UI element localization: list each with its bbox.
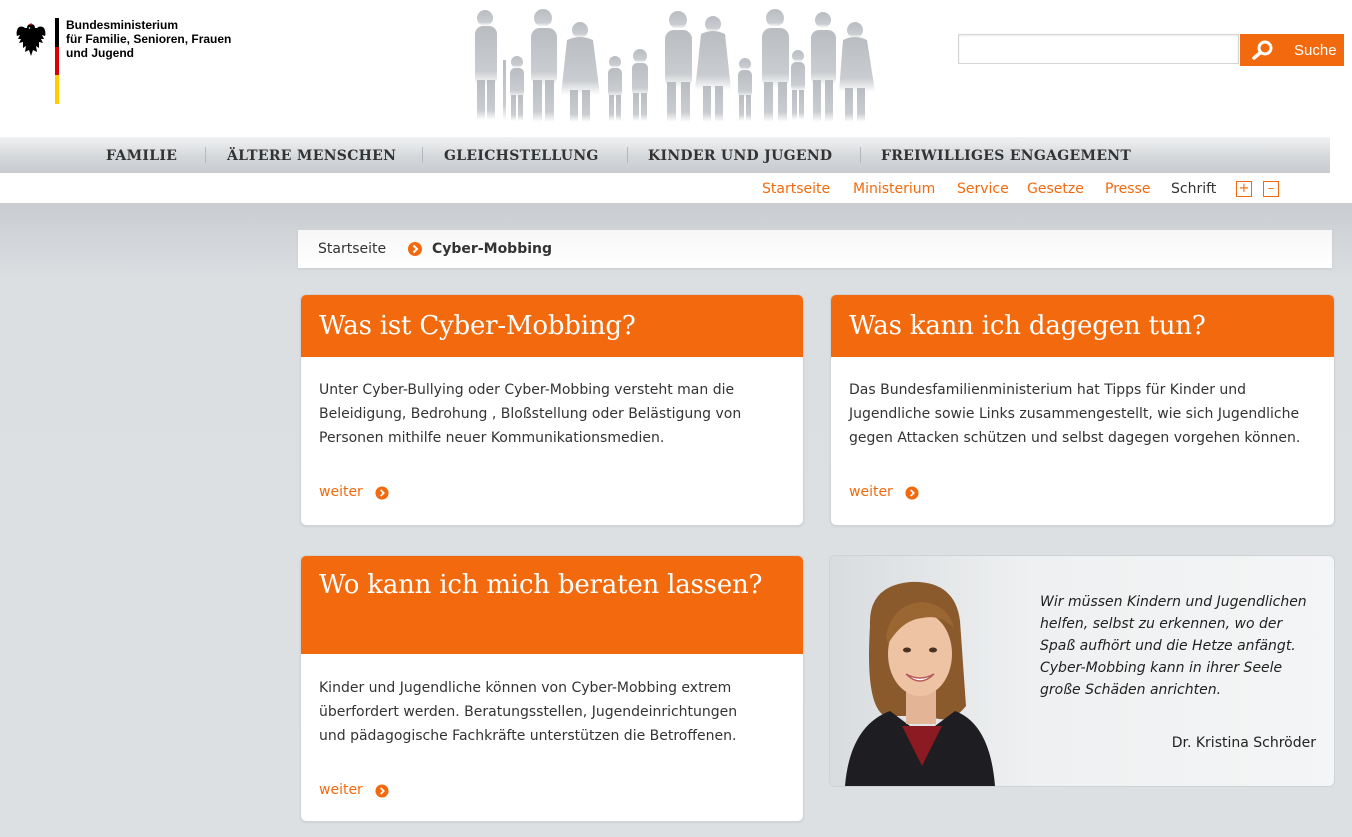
card-body: Kinder und Jugendliche können von Cyber-… (319, 680, 738, 744)
quote-card: Wir müssen Kindern und Jugendlichen helf… (829, 555, 1335, 787)
service-link-service[interactable]: Service (957, 181, 1009, 197)
arrow-right-icon (375, 486, 389, 500)
minister-portrait-image (845, 581, 995, 786)
nav-divider (860, 147, 861, 163)
nav-item-aeltere-menschen[interactable]: ÄLTERE MENSCHEN (227, 148, 396, 164)
card-title: Wo kann ich mich beraten lassen? (319, 570, 763, 600)
service-link-startseite[interactable]: Startseite (762, 181, 830, 197)
service-link-presse[interactable]: Presse (1105, 181, 1150, 197)
nav-divider (422, 147, 423, 163)
info-card-what-to-do: Was kann ich dagegen tun? Das Bundesfami… (830, 294, 1335, 526)
logo-line: für Familie, Senioren, Frauen (66, 32, 232, 46)
family-silhouette-image (475, 9, 875, 122)
card-header: Wo kann ich mich beraten lassen? (301, 556, 803, 654)
nav-item-kinder-und-jugend[interactable]: KINDER UND JUGEND (648, 148, 832, 164)
search-button[interactable]: Suche (1240, 34, 1344, 66)
quote-text: Wir müssen Kindern und Jugendlichen helf… (1040, 594, 1307, 698)
search-icon (1252, 40, 1273, 60)
content-area: Startseite Cyber-Mobbing Was ist Cyber-M… (0, 203, 1352, 837)
nav-divider (205, 147, 206, 163)
nav-divider (627, 147, 628, 163)
service-link-gesetze[interactable]: Gesetze (1027, 181, 1084, 197)
card-header: Was kann ich dagegen tun? (831, 295, 1334, 357)
font-decrease-button[interactable]: – (1263, 181, 1279, 197)
nav-item-gleichstellung[interactable]: GLEICHSTELLUNG (444, 148, 599, 164)
font-increase-button[interactable]: + (1236, 181, 1252, 197)
search-bar: Suche (958, 33, 1344, 67)
breadcrumb: Startseite Cyber-Mobbing (298, 230, 1332, 268)
service-link-ministerium[interactable]: Ministerium (853, 181, 935, 197)
federal-eagle-icon (16, 23, 46, 56)
ministry-logo[interactable]: Bundesministerium für Familie, Senioren,… (14, 18, 274, 108)
german-flag-bar (55, 18, 59, 104)
breadcrumb-current: Cyber-Mobbing (432, 241, 553, 257)
card-more-link[interactable]: weiter (319, 782, 389, 798)
logo-line: und Jugend (66, 46, 134, 60)
card-header: Was ist Cyber-Mobbing? (301, 295, 803, 357)
breadcrumb-arrow-icon (408, 242, 422, 256)
info-card-counseling: Wo kann ich mich beraten lassen? Kinder … (300, 555, 804, 822)
logo-text: Bundesministerium für Familie, Senioren,… (66, 18, 231, 60)
font-size-label: Schrift (1171, 181, 1217, 197)
service-navigation: Startseite Ministerium Service Gesetze P… (0, 173, 1352, 203)
info-card-what-is: Was ist Cyber-Mobbing? Unter Cyber-Bully… (300, 294, 804, 526)
arrow-right-icon (375, 784, 389, 798)
main-navigation: FAMILIE ÄLTERE MENSCHEN GLEICHSTELLUNG K… (0, 137, 1330, 173)
card-more-label: weiter (849, 484, 893, 500)
search-button-label: Suche (1294, 42, 1337, 59)
site-header: Bundesministerium für Familie, Senioren,… (0, 0, 1352, 137)
card-title: Was kann ich dagegen tun? (849, 311, 1206, 341)
card-more-label: weiter (319, 782, 363, 798)
quote-author: Dr. Kristina Schröder (1171, 735, 1316, 751)
nav-item-freiwilliges-engagement[interactable]: FREIWILLIGES ENGAGEMENT (881, 148, 1131, 164)
card-more-label: weiter (319, 484, 363, 500)
nav-item-familie[interactable]: FAMILIE (106, 148, 177, 164)
logo-line: Bundesministerium (66, 18, 179, 32)
card-more-link[interactable]: weiter (849, 484, 919, 500)
search-input[interactable] (958, 34, 1239, 64)
card-body: Das Bundesfamilienministerium hat Tipps … (849, 382, 1301, 446)
card-more-link[interactable]: weiter (319, 484, 389, 500)
card-title: Was ist Cyber-Mobbing? (319, 311, 636, 341)
breadcrumb-home[interactable]: Startseite (318, 241, 386, 257)
card-body: Unter Cyber-Bullying oder Cyber-Mobbing … (319, 382, 742, 446)
arrow-right-icon (905, 486, 919, 500)
left-spacer (0, 203, 300, 837)
